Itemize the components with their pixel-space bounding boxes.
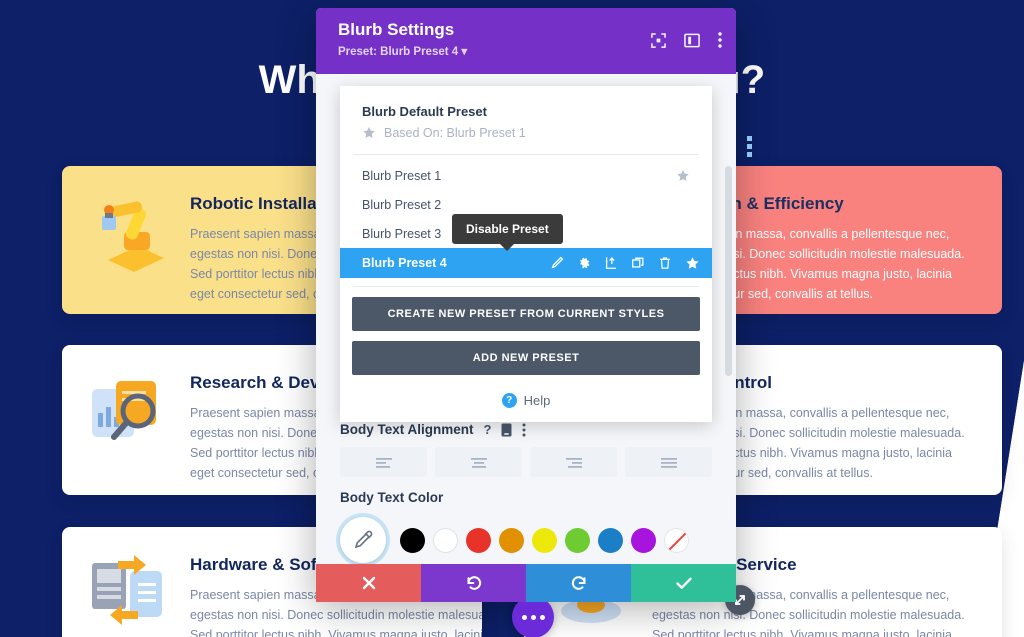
- divider: [353, 154, 699, 155]
- tooltip-disable-preset: Disable Preset: [452, 214, 563, 251]
- hardware-software-sync-icon: [86, 549, 172, 635]
- body-text-color-setting: Body Text Color: [340, 490, 712, 563]
- export-icon[interactable]: [604, 256, 618, 270]
- layout-panel-icon[interactable]: [684, 33, 700, 48]
- default-preset-block[interactable]: Blurb Default Preset Based On: Blurb Pre…: [340, 100, 712, 150]
- swatch-red[interactable]: [466, 527, 491, 553]
- help-question-icon[interactable]: ?: [484, 423, 492, 436]
- swatch-orange[interactable]: [499, 527, 524, 553]
- modal-body: Body Text Alignment ? Body Text Color Bl…: [316, 74, 736, 598]
- modal-scrollbar[interactable]: [725, 166, 732, 376]
- preset-row-actions: [550, 256, 700, 271]
- help-label: Help: [523, 393, 551, 408]
- default-preset-name: Blurb Default Preset: [362, 104, 487, 119]
- card-body-line: Sed porttitor lectus nibh. Vivamus magna…: [652, 628, 952, 637]
- screen: What Can We Do For You? Robotic Installa…: [0, 0, 1024, 637]
- redo-button[interactable]: [526, 564, 631, 602]
- swatch-yellow[interactable]: [532, 527, 557, 553]
- swatch-black[interactable]: [400, 527, 425, 553]
- trash-icon[interactable]: [658, 256, 672, 270]
- swatch-purple[interactable]: [631, 527, 656, 553]
- divider: [353, 286, 699, 287]
- align-right-button[interactable]: [530, 447, 617, 477]
- default-preset-based-on: Based On: Blurb Preset 1: [362, 126, 690, 140]
- more-vertical-icon[interactable]: [718, 32, 722, 48]
- modal-header: Blurb Settings Preset: Blurb Preset 4 ▾: [316, 8, 736, 74]
- responsive-device-icon[interactable]: [501, 423, 512, 437]
- preset-name: Blurb Preset 2: [362, 197, 442, 212]
- setting-label-text: Body Text Color: [340, 490, 444, 505]
- undo-button[interactable]: [421, 564, 526, 602]
- align-justify-button[interactable]: [625, 447, 712, 477]
- save-button[interactable]: [631, 564, 736, 602]
- star-icon[interactable]: [676, 169, 690, 183]
- cancel-button[interactable]: [316, 564, 421, 602]
- preset-subtitle-text: Preset: Blurb Preset 4: [338, 46, 459, 58]
- preset-name: Blurb Preset 3: [362, 226, 442, 241]
- based-on-text: Based On: Blurb Preset 1: [384, 126, 526, 140]
- swatch-blue[interactable]: [598, 527, 623, 553]
- preset-row-1[interactable]: Blurb Preset 1: [340, 161, 712, 190]
- align-left-button[interactable]: [340, 447, 427, 477]
- pencil-icon[interactable]: [550, 256, 564, 270]
- body-text-alignment-setting: Body Text Alignment ?: [340, 422, 712, 477]
- more-options-icon[interactable]: [522, 423, 526, 437]
- more-horizontal-icon[interactable]: [512, 596, 554, 637]
- setting-label-text: Body Text Alignment: [340, 422, 474, 437]
- preset-name: Blurb Preset 1: [362, 168, 442, 183]
- swatch-green[interactable]: [565, 527, 590, 553]
- color-swatches: [340, 517, 712, 563]
- eyedropper-icon[interactable]: [340, 517, 386, 563]
- blurb-settings-modal[interactable]: Blurb Settings Preset: Blurb Preset 4 ▾: [316, 8, 752, 598]
- body-text-alignment-label-row: Body Text Alignment ?: [340, 422, 712, 437]
- close-icon: [361, 575, 377, 591]
- preset-row-4-selected[interactable]: Disable Preset Blurb Preset 4: [340, 214, 712, 278]
- body-text-color-label-row: Body Text Color: [340, 490, 712, 505]
- card-body-line: egestas non nisi. Donec sollicitudin mol…: [652, 608, 965, 622]
- help-link[interactable]: ? Help: [340, 393, 712, 408]
- swatch-white[interactable]: [433, 527, 458, 553]
- align-center-button[interactable]: [435, 447, 522, 477]
- duplicate-icon[interactable]: [631, 256, 645, 270]
- swatch-none[interactable]: [664, 527, 689, 553]
- redo-icon: [570, 574, 588, 592]
- add-new-preset-button[interactable]: ADD NEW PRESET: [352, 341, 700, 375]
- star-icon[interactable]: [685, 256, 700, 271]
- create-new-preset-button[interactable]: CREATE NEW PRESET FROM CURRENT STYLES: [352, 297, 700, 331]
- checkmark-icon: [675, 575, 693, 591]
- modal-action-bar: [316, 564, 736, 602]
- research-magnifier-icon: [86, 367, 172, 453]
- preset-name: Blurb Preset 4: [362, 256, 447, 270]
- focus-icon[interactable]: [651, 32, 666, 48]
- help-icon: ?: [501, 393, 517, 408]
- star-icon: [362, 126, 376, 140]
- preset-dropdown-panel[interactable]: Blurb Default Preset Based On: Blurb Pre…: [340, 86, 712, 422]
- gear-icon[interactable]: [577, 256, 591, 270]
- robot-arm-icon: [86, 188, 172, 274]
- alignment-options: [340, 447, 712, 477]
- card-body-line: egestas non nisi. Donec sollicitudin mol…: [190, 608, 482, 622]
- card-body-line: Sed porttitor lectus nibh. Vivamus magna…: [190, 628, 482, 637]
- chevron-down-icon: ▾: [461, 46, 468, 58]
- undo-icon: [465, 574, 483, 592]
- modal-drag-handle[interactable]: [747, 136, 752, 157]
